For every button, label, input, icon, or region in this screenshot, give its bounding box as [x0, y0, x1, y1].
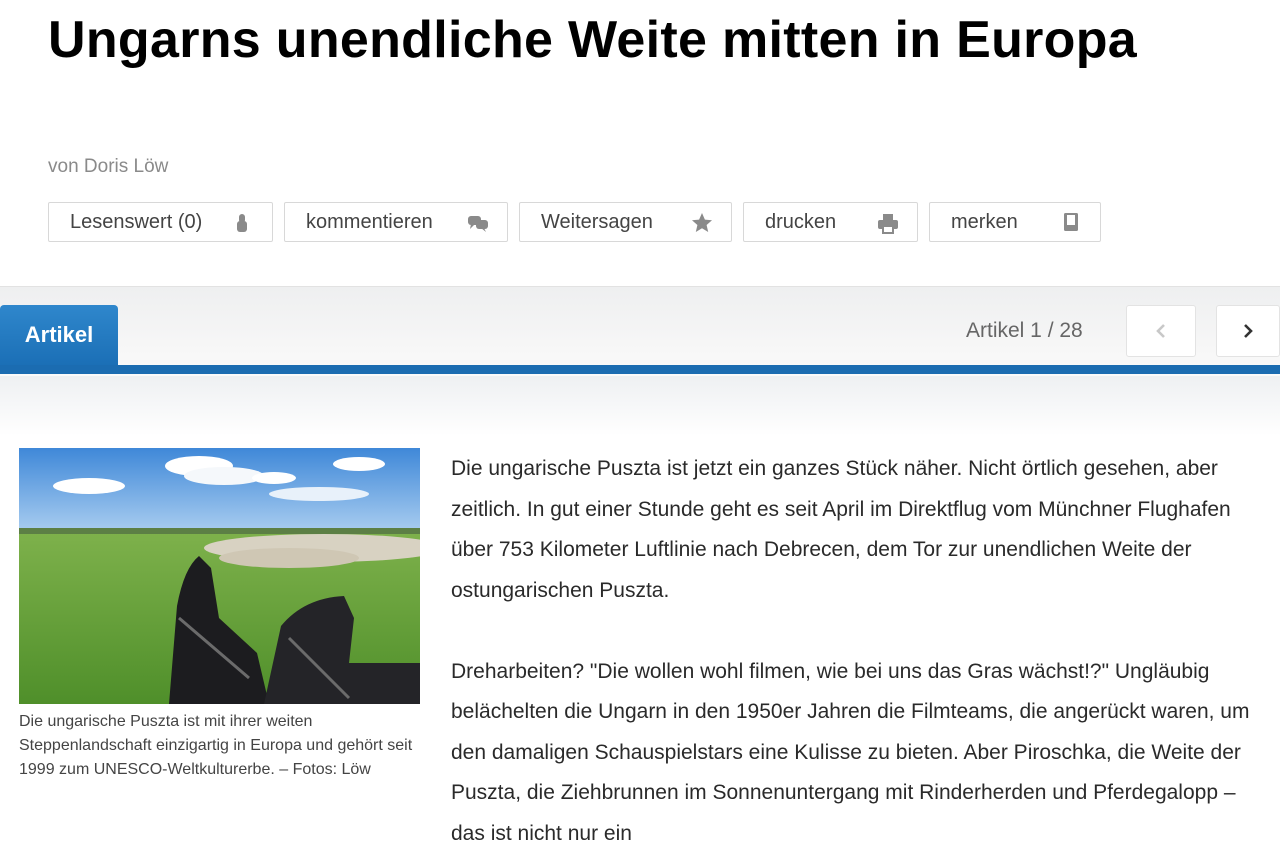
weitersagen-label: Weitersagen: [541, 210, 653, 233]
chevron-left-icon: [1156, 324, 1165, 338]
thumb-up-icon: [237, 214, 247, 232]
merken-label: merken: [951, 210, 1018, 233]
article-text: Die ungarische Puszta ist jetzt ein ganz…: [451, 449, 1271, 861]
printer-icon: [878, 214, 898, 234]
drucken-button[interactable]: drucken: [743, 202, 918, 242]
weitersagen-button[interactable]: Weitersagen: [519, 202, 732, 242]
tab-artikel[interactable]: Artikel: [0, 305, 118, 365]
merken-button[interactable]: merken: [929, 202, 1101, 242]
article-figure: Die ungarische Puszta ist mit ihrer weit…: [19, 448, 420, 782]
star-icon: [692, 213, 712, 232]
bookmark-icon: [1064, 213, 1078, 231]
next-article-button[interactable]: [1216, 305, 1280, 357]
chevron-right-icon: [1244, 324, 1253, 338]
article-title: Ungarns unendliche Weite mitten in Europ…: [48, 11, 1138, 69]
figure-caption: Die ungarische Puszta ist mit ihrer weit…: [19, 713, 413, 778]
lesenswert-button[interactable]: Lesenswert (0): [48, 202, 273, 242]
comment-icon: [468, 216, 488, 232]
article-tabbar: Artikel Artikel 1 / 28: [0, 286, 1280, 376]
article-paragraph: Dreharbeiten? "Die wollen wohl filmen, w…: [451, 659, 1250, 845]
article-header: Ungarns unendliche Weite mitten in Europ…: [0, 0, 1280, 286]
article-author: von Doris Löw: [48, 156, 169, 177]
puszta-photo[interactable]: [19, 448, 420, 704]
previous-article-button[interactable]: [1126, 305, 1196, 357]
lesenswert-label: Lesenswert (0): [70, 210, 203, 233]
tab-underline: [0, 365, 1280, 374]
article-paragraph: Die ungarische Puszta ist jetzt ein ganz…: [451, 457, 1231, 602]
drucken-label: drucken: [765, 210, 837, 233]
kommentieren-label: kommentieren: [306, 210, 433, 233]
article-counter: Artikel 1 / 28: [966, 319, 1083, 342]
kommentieren-button[interactable]: kommentieren: [284, 202, 508, 242]
